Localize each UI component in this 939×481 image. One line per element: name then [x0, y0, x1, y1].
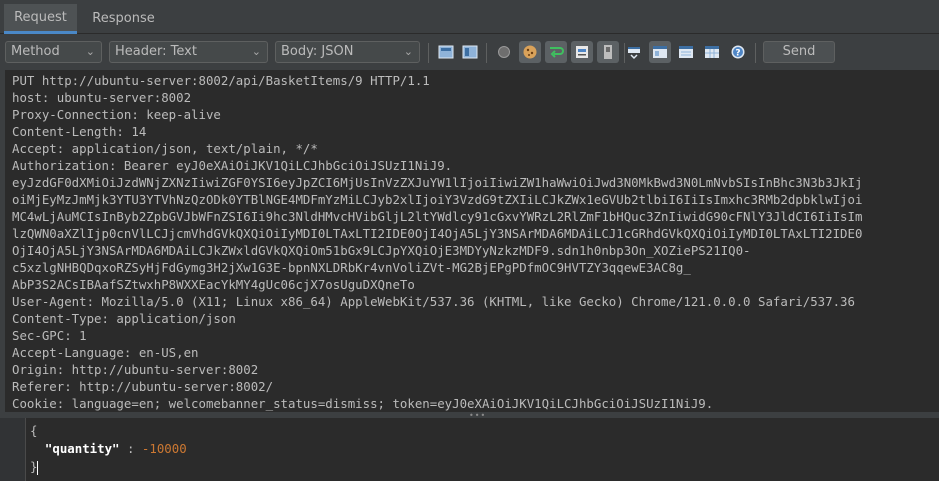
chevron-down-icon: ⌄ — [251, 45, 261, 58]
toolbar-separator — [486, 43, 487, 63]
json-colon: : — [119, 441, 142, 456]
header-line: OjI4OjA5LjY3NSArMDA6MDAiLCJkZWxldGVkQXQi… — [12, 243, 751, 258]
header-line: Cookie: language=en; welcomebanner_statu… — [12, 396, 714, 411]
tab-response[interactable]: Response — [81, 4, 166, 34]
request-body-editor[interactable]: { "quantity" : -10000 } — [0, 418, 939, 481]
body-line-close: } — [30, 458, 39, 475]
header-line: Sec-GPC: 1 — [12, 328, 87, 343]
header-line: Accept: application/json, text/plain, */… — [12, 141, 318, 156]
cookie-icon[interactable] — [519, 41, 541, 63]
header-mode-select[interactable]: Header: Text ⌄ — [109, 41, 268, 63]
chevron-down-icon: ⌄ — [403, 45, 413, 58]
header-line: Accept-Language: en-US,en — [12, 345, 199, 360]
request-response-tabs: Request Response — [0, 0, 939, 34]
header-line: host: ubuntu-server:8002 — [12, 90, 192, 105]
close-brace: } — [30, 459, 38, 474]
tab-request[interactable]: Request — [4, 4, 77, 34]
header-line: c5xzlgNHBQDqxoRZSyHjFdGymg3H2jXw1G3E-bpn… — [12, 260, 691, 275]
request-headers-editor[interactable]: PUT http://ubuntu-server:8002/api/Basket… — [5, 70, 939, 412]
header-line: eyJzdGF0dXMiOiJzdWNjZXNzIiwiZGF0YSI6eyJp… — [12, 175, 863, 190]
header-line: Content-Type: application/json — [12, 311, 236, 326]
svg-text:?: ? — [735, 49, 740, 59]
header-line: Proxy-Connection: keep-alive — [12, 107, 221, 122]
body-mode-select[interactable]: Body: JSON ⌄ — [275, 41, 420, 63]
header-line: lzQWN0aXZlIjp0cnVlLCJjcmVhdGVkQXQiOiIyMD… — [12, 226, 863, 241]
header-line: MC4wLjAuMCIsInByb2ZpbGVJbWFnZSI6Ii9hc3Nl… — [12, 209, 863, 224]
record-icon[interactable] — [493, 41, 515, 63]
header-line: Referer: http://ubuntu-server:8002/ — [12, 379, 274, 394]
layout-vertical-icon[interactable] — [459, 41, 481, 63]
toolbar-separator — [428, 43, 429, 63]
json-key: "quantity" — [44, 441, 120, 456]
body-line-quantity: "quantity" : -10000 — [30, 440, 187, 457]
open-brace: { — [30, 423, 38, 438]
header-line: oiMjEyMzJmMjk3YTU3YTVhNzQzODk0YTBlNGE4MD… — [12, 192, 863, 207]
line-gutter — [0, 418, 26, 481]
method-select[interactable]: Method ⌄ — [5, 41, 102, 63]
help-icon[interactable]: ? — [727, 41, 749, 63]
body-mode-label: Body: JSON — [281, 44, 354, 59]
word-wrap-icon[interactable] — [545, 41, 567, 63]
text-caret — [37, 460, 39, 475]
header-line: Origin: http://ubuntu-server:8002 — [12, 362, 259, 377]
panel-split-icon[interactable] — [649, 41, 671, 63]
transfer-icon[interactable] — [623, 41, 645, 63]
json-value: -10000 — [141, 441, 187, 456]
send-button[interactable]: Send — [763, 41, 835, 63]
pretty-print-icon[interactable] — [571, 41, 593, 63]
layout-horizontal-icon[interactable] — [435, 41, 457, 63]
header-line: PUT http://ubuntu-server:8002/api/Basket… — [12, 73, 430, 88]
method-select-label: Method — [11, 44, 60, 59]
chevron-down-icon: ⌄ — [85, 45, 95, 58]
body-line-open: { — [30, 422, 37, 439]
header-line: Content-Length: 14 — [12, 124, 147, 139]
header-line: User-Agent: Mozilla/5.0 (X11; Linux x86_… — [12, 294, 855, 309]
header-line: Authorization: Bearer eyJ0eXAiOiJKV1QiLC… — [12, 158, 453, 173]
toolbar-separator — [755, 43, 756, 63]
inspector-icon[interactable] — [597, 41, 619, 63]
toolbar: Method ⌄ Header: Text ⌄ Body: JSON ⌄ ? S… — [0, 36, 939, 68]
header-mode-label: Header: Text — [115, 44, 197, 59]
grid-view-icon[interactable] — [701, 41, 723, 63]
table-view-icon[interactable] — [675, 41, 697, 63]
header-line: AbP3S2ACsIBAafSZtwxhP8WXXEacYkMY4gUc06cj… — [12, 277, 415, 292]
